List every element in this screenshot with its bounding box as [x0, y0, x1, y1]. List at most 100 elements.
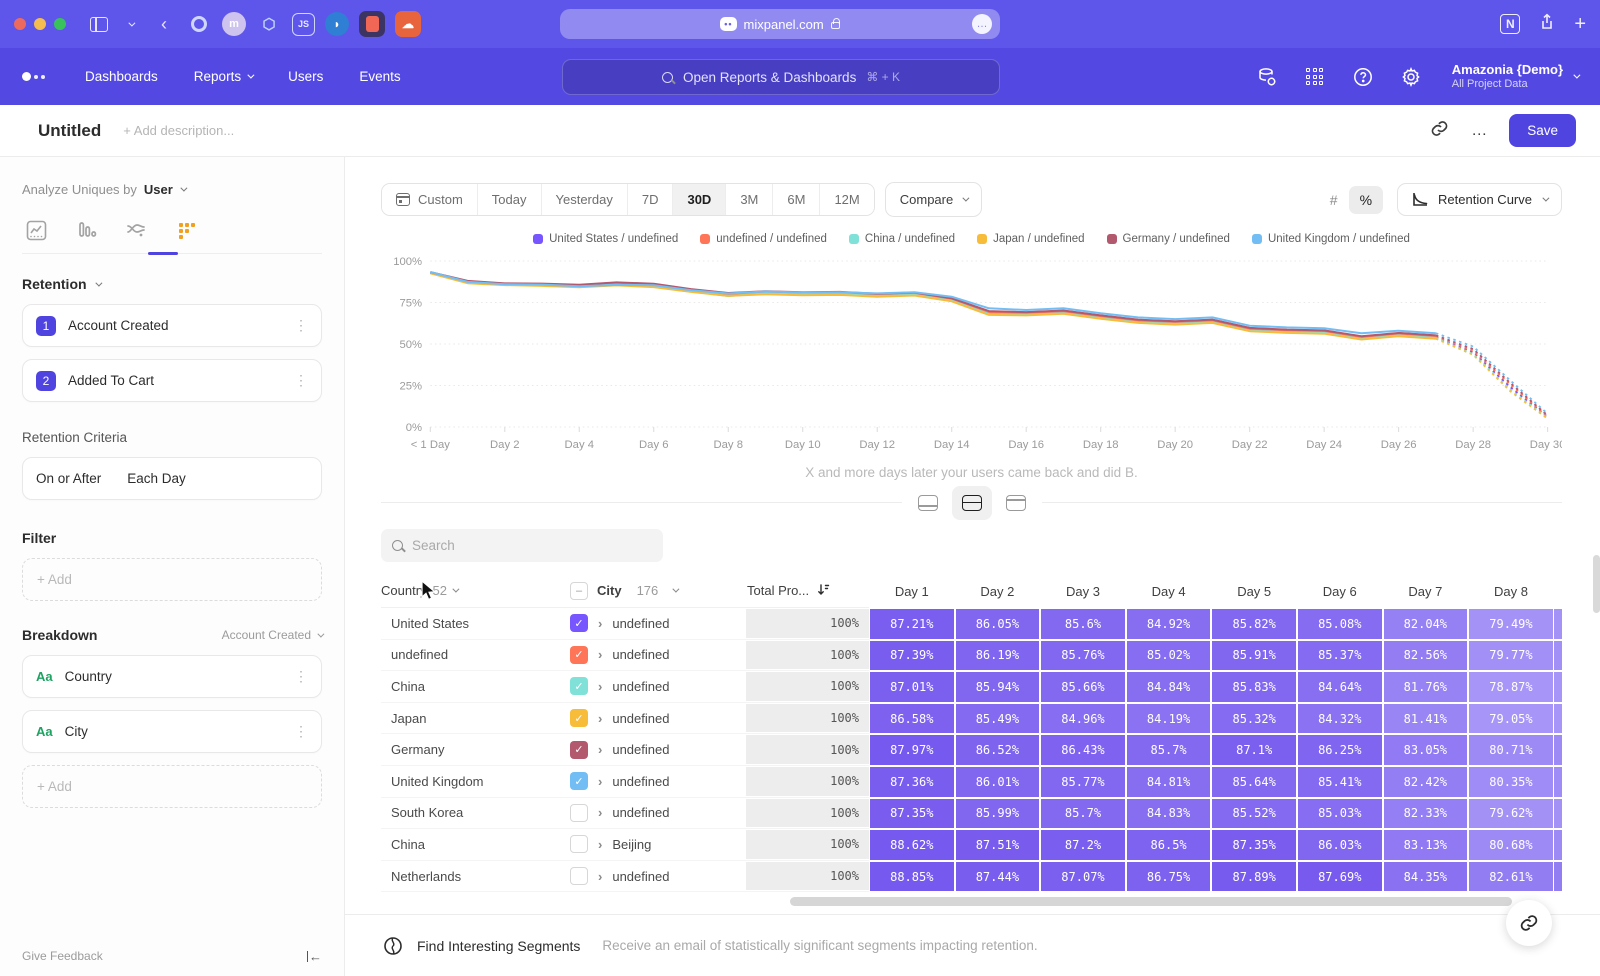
legend-item[interactable]: China / undefined	[849, 233, 955, 245]
browser-extension-cube-icon[interactable]: ⬡	[256, 11, 282, 37]
save-button[interactable]: Save	[1509, 114, 1576, 147]
share-icon[interactable]	[1538, 13, 1556, 36]
column-header-day-1[interactable]: Day 1	[869, 574, 955, 608]
kebab-menu-icon[interactable]: ⋮	[294, 317, 308, 334]
minimize-window-button[interactable]	[34, 18, 46, 30]
range-7d[interactable]: 7D	[628, 184, 674, 215]
criteria-on-or-after[interactable]: On or After	[36, 471, 101, 486]
unit-number-button[interactable]: #	[1319, 186, 1349, 214]
column-header-day-6[interactable]: Day 6	[1297, 574, 1383, 608]
expand-row-icon[interactable]: ›	[598, 711, 602, 726]
compare-button[interactable]: Compare	[885, 182, 982, 217]
close-window-button[interactable]	[14, 18, 26, 30]
browser-extension-playwright-icon[interactable]	[359, 11, 385, 37]
column-header-day-3[interactable]: Day 3	[1040, 574, 1126, 608]
expand-row-icon[interactable]: ›	[598, 774, 602, 789]
expand-row-icon[interactable]: ›	[598, 742, 602, 757]
new-tab-icon[interactable]: +	[1574, 13, 1586, 36]
column-header-city[interactable]: – City 176	[570, 574, 745, 608]
nav-item-users[interactable]: Users	[288, 69, 323, 84]
expand-row-icon[interactable]: ›	[598, 837, 602, 852]
view-chart-only-button[interactable]	[908, 486, 948, 520]
kebab-menu-icon[interactable]: ⋮	[294, 668, 308, 685]
collapse-sidebar-icon[interactable]: ←	[307, 949, 323, 964]
range-12m[interactable]: 12M	[820, 184, 873, 215]
give-feedback-link[interactable]: Give Feedback	[22, 949, 103, 963]
legend-item[interactable]: United States / undefined	[533, 233, 678, 245]
nav-item-events[interactable]: Events	[359, 69, 400, 84]
chart-type-dropdown[interactable]: Retention Curve	[1397, 183, 1562, 216]
kebab-menu-icon[interactable]: ⋮	[294, 723, 308, 740]
column-header-day-2[interactable]: Day 2	[955, 574, 1041, 608]
expand-row-icon[interactable]: ›	[598, 679, 602, 694]
expand-row-icon[interactable]: ›	[598, 869, 602, 884]
tab-funnels[interactable]	[74, 219, 98, 241]
analyze-value-dropdown[interactable]: User	[144, 182, 173, 197]
notion-extension-icon[interactable]: N	[1500, 14, 1520, 34]
tab-retention[interactable]	[174, 219, 198, 241]
range-yesterday[interactable]: Yesterday	[542, 184, 628, 215]
event-step-card[interactable]: 2 Added To Cart ⋮	[22, 359, 322, 402]
back-button[interactable]: ‹	[152, 12, 176, 36]
column-header-day-4[interactable]: Day 4	[1126, 574, 1212, 608]
range-3m[interactable]: 3M	[726, 184, 773, 215]
legend-item[interactable]: Japan / undefined	[977, 233, 1084, 245]
series-checkbox[interactable]	[570, 867, 588, 885]
legend-item[interactable]: Germany / undefined	[1107, 233, 1230, 245]
event-step-card[interactable]: 1 Account Created ⋮	[22, 304, 322, 347]
retention-section-header[interactable]: Retention	[22, 276, 322, 292]
expand-row-icon[interactable]: ›	[598, 805, 602, 820]
vertical-scrollbar[interactable]	[1593, 555, 1600, 613]
column-header-day-7[interactable]: Day 7	[1383, 574, 1469, 608]
maximize-window-button[interactable]	[54, 18, 66, 30]
add-breakdown-button[interactable]: + Add	[22, 765, 322, 808]
range-custom[interactable]: Custom	[382, 184, 478, 215]
series-checkbox[interactable]: ✓	[570, 646, 588, 664]
column-header-total[interactable]: Total Pro...	[745, 574, 869, 608]
breakdown-card[interactable]: Aa Country ⋮	[22, 655, 322, 698]
series-checkbox[interactable]: ✓	[570, 741, 588, 759]
browser-extension-avatar-icon[interactable]: m	[222, 12, 246, 36]
copy-link-icon[interactable]	[1430, 119, 1449, 143]
range-30d[interactable]: 30D	[673, 184, 726, 215]
tab-flows[interactable]	[124, 219, 148, 241]
table-search[interactable]	[381, 529, 663, 562]
column-header-day-5[interactable]: Day 5	[1211, 574, 1297, 608]
column-header-day-8[interactable]: Day 8	[1468, 574, 1554, 608]
series-checkbox[interactable]	[570, 835, 588, 853]
column-header-country[interactable]: Country 52	[381, 574, 570, 608]
legend-item[interactable]: United Kingdom / undefined	[1252, 233, 1410, 245]
series-checkbox[interactable]: ✓	[570, 614, 588, 632]
add-description-button[interactable]: + Add description...	[123, 123, 234, 138]
view-table-only-button[interactable]	[996, 486, 1036, 520]
criteria-each-day[interactable]: Each Day	[127, 471, 186, 486]
series-checkbox[interactable]: ✓	[570, 677, 588, 695]
expand-row-icon[interactable]: ›	[598, 647, 602, 662]
mixpanel-logo[interactable]	[22, 72, 45, 81]
chevron-down-icon[interactable]	[118, 12, 142, 36]
nav-item-dashboards[interactable]: Dashboards	[85, 69, 158, 84]
series-checkbox[interactable]: ✓	[570, 709, 588, 727]
browser-extension-js-icon[interactable]: JS	[292, 13, 315, 36]
legend-item[interactable]: undefined / undefined	[700, 233, 827, 245]
view-split-button[interactable]	[952, 486, 992, 520]
nav-item-reports[interactable]: Reports	[194, 69, 252, 84]
address-more-icon[interactable]: …	[972, 14, 992, 34]
global-search[interactable]: Open Reports & Dashboards ⌘ + K	[562, 59, 1000, 95]
project-switcher[interactable]: Amazonia {Demo} All Project Data	[1452, 62, 1578, 92]
table-search-input[interactable]	[412, 538, 652, 553]
help-icon[interactable]	[1352, 66, 1374, 88]
data-management-icon[interactable]	[1256, 66, 1278, 88]
more-options-button[interactable]: …	[1471, 122, 1487, 140]
breakdown-event-dropdown[interactable]: Account Created	[222, 628, 322, 642]
apps-grid-icon[interactable]	[1304, 66, 1326, 88]
segments-title[interactable]: Find Interesting Segments	[417, 938, 580, 954]
unit-percent-button[interactable]: %	[1349, 186, 1383, 214]
series-checkbox[interactable]: ✓	[570, 772, 588, 790]
browser-extension-bird-icon[interactable]: ◗	[325, 12, 349, 36]
retention-criteria-card[interactable]: On or After Each Day	[22, 457, 322, 500]
kebab-menu-icon[interactable]: ⋮	[294, 372, 308, 389]
add-filter-button[interactable]: + Add	[22, 558, 322, 601]
horizontal-scrollbar[interactable]	[790, 897, 1512, 906]
breakdown-card[interactable]: Aa City ⋮	[22, 710, 322, 753]
